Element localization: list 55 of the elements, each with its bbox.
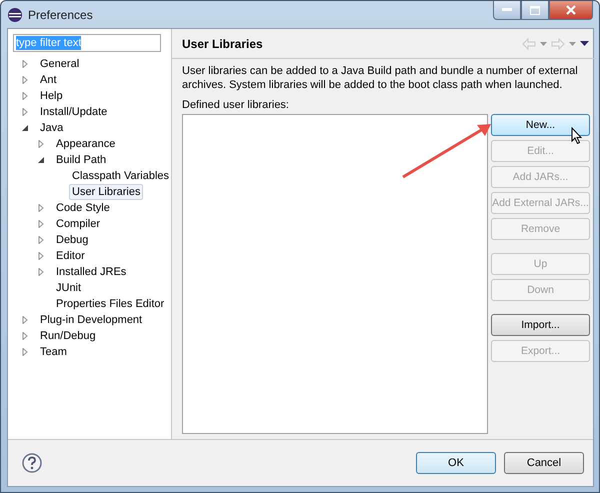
collapsed-arrow-icon[interactable] [21,92,29,100]
tree-item[interactable]: Debug [53,232,92,248]
mouse-pointer-icon [571,127,583,145]
tree-item[interactable]: General [37,56,82,72]
dropdown-icon[interactable] [540,42,547,46]
dialog-button[interactable]: OK [416,452,496,474]
collapsed-arrow-icon[interactable] [21,316,29,324]
tree-item[interactable]: Properties Files Editor [53,296,168,312]
maximize-icon [530,6,540,14]
collapsed-arrow-icon[interactable] [37,220,45,228]
tree-item[interactable]: Team [37,344,70,360]
tree-item[interactable]: Install/Update [37,104,110,120]
dropdown-icon[interactable] [569,42,576,46]
tree-item[interactable]: Build Path [53,152,110,168]
tree-item[interactable]: Editor [53,248,88,264]
collapsed-arrow-icon[interactable] [21,348,29,356]
collapsed-arrow-icon[interactable] [37,140,45,148]
collapsed-arrow-icon[interactable] [21,332,29,340]
menu-icon[interactable] [580,41,589,46]
tree-item[interactable]: Compiler [53,216,104,232]
expanded-arrow-icon[interactable] [21,124,29,132]
tree-item[interactable]: Ant [37,72,60,88]
page-title: User Libraries [182,36,263,50]
close-button[interactable] [549,1,593,20]
tree-item[interactable]: Plug-in Development [37,312,146,328]
collapsed-arrow-icon[interactable] [21,76,29,84]
description-text: User libraries can be added to a Java Build path and bundle a number of external archives. System libraries will be added to the boot class path when launched. [182,64,579,92]
list-label: Defined user libraries: [182,99,290,111]
help-icon[interactable] [22,453,42,473]
tree-item[interactable]: Classpath Variables [69,168,172,184]
maximize-button[interactable] [521,1,549,20]
minimize-icon [502,8,512,12]
side-button[interactable]: Import... [491,314,590,336]
tree-item[interactable]: Installed JREs [53,264,130,280]
tree-item[interactable]: Run/Debug [37,328,99,344]
app-icon [7,6,23,22]
tree-item[interactable]: JUnit [53,280,84,296]
collapsed-arrow-icon[interactable] [37,268,45,276]
tree-item[interactable]: User Libraries [69,184,144,200]
collapsed-arrow-icon[interactable] [21,108,29,116]
collapsed-arrow-icon[interactable] [37,204,45,212]
collapsed-arrow-icon[interactable] [37,252,45,260]
tree-item[interactable]: Java [37,120,66,136]
tree-item[interactable]: Code Style [53,200,113,216]
side-button[interactable]: New... [491,114,590,136]
window-title: Preferences [28,8,93,22]
dialog-button[interactable]: Cancel [504,452,584,474]
minimize-button[interactable] [493,1,521,20]
collapsed-arrow-icon[interactable] [37,236,45,244]
expanded-arrow-icon[interactable] [37,156,45,164]
collapsed-arrow-icon[interactable] [21,60,29,68]
close-icon [566,5,576,15]
tree-item[interactable]: Appearance [53,136,118,152]
filter-text: type filter text [16,36,82,50]
tree-item[interactable]: Help [37,88,66,104]
